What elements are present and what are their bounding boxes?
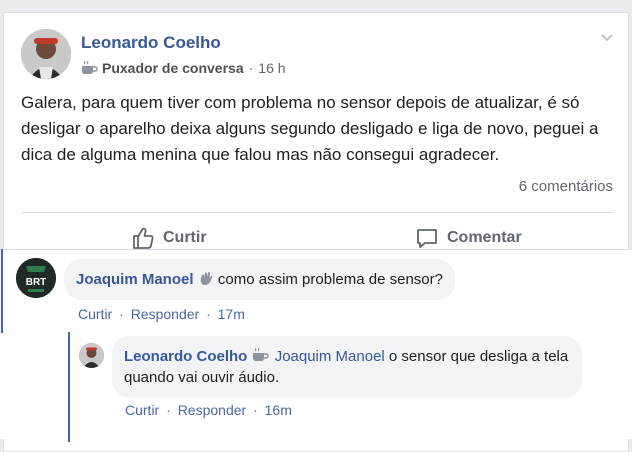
reply-timestamp[interactable]: 16m	[265, 402, 292, 418]
reply-author[interactable]: Leonardo Coelho	[124, 348, 247, 365]
reply-actions: Curtir · Responder · 16m	[125, 402, 292, 418]
comment-count-link[interactable]: 6 comentários	[519, 178, 613, 195]
separator: ·	[166, 402, 171, 418]
separator: ·	[253, 402, 258, 418]
separator: ·	[206, 306, 211, 322]
comment-text: como assim problema de sensor?	[218, 271, 443, 288]
comment-avatar[interactable]: BRT	[16, 258, 56, 298]
mentioned-user-tag[interactable]: Joaquim Manoel	[275, 348, 385, 365]
post-author-avatar[interactable]	[21, 29, 71, 79]
speech-bubble-icon	[415, 226, 439, 250]
like-button[interactable]: Curtir	[131, 225, 207, 251]
comment-button[interactable]: Comentar	[415, 225, 522, 251]
avatar-image: BRT	[16, 258, 56, 298]
comment-reply-link[interactable]: Responder	[131, 306, 200, 322]
reply-like-link[interactable]: Curtir	[125, 402, 159, 418]
waving-hand-icon	[198, 270, 214, 286]
post-body: Galera, para quem tiver com problema no …	[21, 90, 621, 168]
comment-author[interactable]: Joaquim Manoel	[76, 271, 194, 288]
comment-timestamp[interactable]: 17m	[218, 306, 245, 322]
reply-thread-indicator	[68, 332, 70, 442]
meta-separator: ·	[249, 60, 254, 76]
comment-thread-indicator	[1, 249, 3, 333]
avatar-logo-text: BRT	[26, 277, 47, 288]
separator: ·	[119, 306, 124, 322]
reply-avatar[interactable]	[79, 343, 104, 368]
post-author-name[interactable]: Leonardo Coelho	[81, 33, 221, 53]
reply-reply-link[interactable]: Responder	[178, 402, 247, 418]
avatar-image	[21, 29, 71, 79]
chevron-down-icon[interactable]	[600, 31, 614, 45]
like-label: Curtir	[163, 229, 207, 247]
comment-actions: Curtir · Responder · 17m	[78, 306, 245, 322]
coffee-cup-icon	[81, 61, 98, 75]
post-meta: Puxador de conversa · 16 h	[81, 60, 286, 76]
comment-label: Comentar	[447, 229, 522, 247]
thumbs-up-icon	[131, 226, 155, 250]
post-timestamp[interactable]: 16 h	[258, 60, 285, 76]
comment-like-link[interactable]: Curtir	[78, 306, 112, 322]
actions-divider	[21, 212, 613, 213]
reply-bubble: Leonardo Coelho Joaquim Manoel o sensor …	[112, 336, 582, 398]
comment-bubble: Joaquim Manoel como assim problema de se…	[64, 259, 455, 300]
avatar-image	[79, 343, 104, 368]
coffee-cup-icon	[252, 348, 269, 362]
contributor-badge[interactable]: Puxador de conversa	[102, 60, 244, 76]
